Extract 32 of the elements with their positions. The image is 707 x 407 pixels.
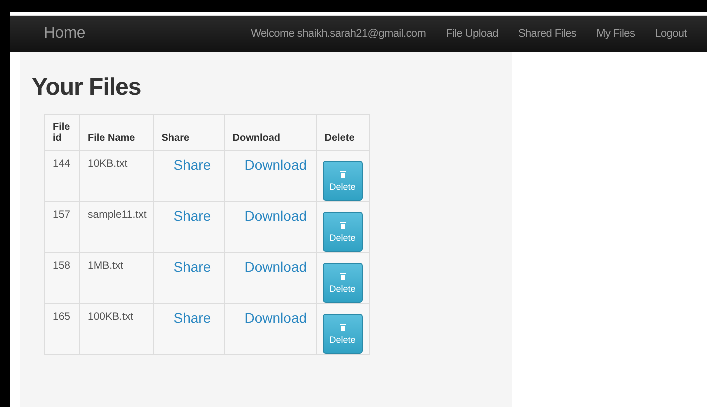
trash-icon — [340, 170, 346, 178]
share-link[interactable]: Share — [174, 310, 212, 326]
column-header: File id — [44, 114, 80, 150]
table-cell: 165 — [44, 304, 80, 354]
share-link[interactable]: Share — [174, 157, 212, 173]
delete-button[interactable]: Delete — [322, 212, 363, 252]
column-header: Delete — [316, 114, 370, 150]
share-link[interactable]: Share — [174, 208, 212, 224]
table-cell: 10KB.txt — [80, 150, 154, 202]
welcome-text: Welcome shaikh.sarah21@gmail.com — [251, 28, 426, 40]
delete-button[interactable]: Delete — [322, 161, 363, 201]
table-cell: 1MB.txt — [80, 252, 154, 304]
share-link[interactable]: Share — [174, 259, 212, 275]
home-link[interactable]: Home — [44, 25, 86, 43]
column-header: Share — [153, 114, 224, 150]
column-header: Download — [224, 114, 316, 150]
delete-button[interactable]: Delete — [322, 314, 363, 354]
trash-icon — [340, 222, 346, 228]
column-header: File Name — [80, 114, 154, 150]
delete-button[interactable]: Delete — [322, 263, 363, 303]
table-cell: 144 — [44, 150, 80, 202]
nav-link[interactable]: Logout — [655, 28, 687, 40]
table-cell: 100KB.txt — [80, 304, 154, 354]
nav-link[interactable]: File Upload — [446, 28, 498, 40]
table-cell: 158 — [44, 252, 80, 304]
table-cell: sample11.txt — [80, 202, 154, 252]
nav-link[interactable]: My Files — [596, 28, 636, 40]
table-cell: 157 — [44, 202, 80, 252]
trash-icon — [340, 272, 346, 280]
nav-link[interactable]: Shared Files — [518, 28, 577, 40]
trash-icon — [340, 324, 346, 330]
page-heading: Your Files — [32, 74, 142, 102]
